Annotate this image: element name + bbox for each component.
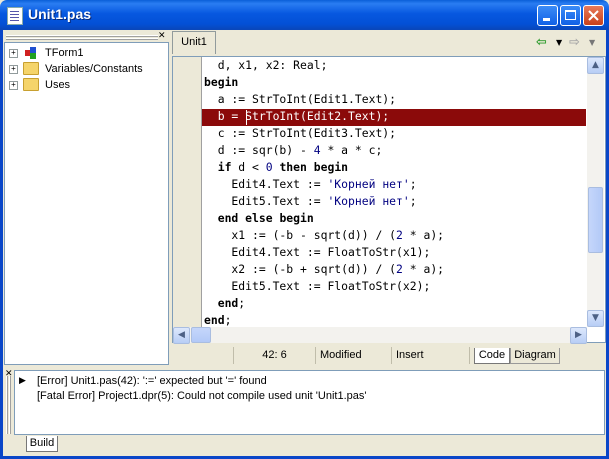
scroll-right-button[interactable]: ▶ xyxy=(570,327,587,344)
forward-dropdown-icon[interactable]: ▼ xyxy=(589,38,595,47)
code-line[interactable]: end else begin xyxy=(204,210,314,227)
scroll-left-button[interactable]: ◀ xyxy=(173,327,190,344)
vertical-scroll-thumb[interactable] xyxy=(588,187,603,253)
code-line[interactable]: Edit5.Text := FloatToStr(x2); xyxy=(204,278,430,295)
horizontal-scrollbar[interactable] xyxy=(173,327,587,343)
code-line[interactable]: if d < 0 then begin xyxy=(204,159,348,176)
tab-build[interactable]: Build xyxy=(26,436,58,452)
expand-icon[interactable]: + xyxy=(9,49,18,58)
minimize-button[interactable] xyxy=(537,5,558,26)
close-button[interactable] xyxy=(583,5,604,26)
code-line[interactable]: x1 := (-b - sqrt(d)) / (2 * a); xyxy=(204,227,444,244)
message-item-error[interactable]: [Error] Unit1.pas(42): ':=' expected but… xyxy=(37,374,267,389)
maximize-button[interactable] xyxy=(560,5,581,26)
form-component-icon xyxy=(25,47,36,59)
tab-code[interactable]: Code xyxy=(474,348,510,364)
minimize-icon xyxy=(543,18,550,21)
tree-panel-grip[interactable] xyxy=(4,33,164,41)
code-line[interactable]: a := StrToInt(Edit1.Text); xyxy=(204,91,396,108)
tree-panel-close-icon[interactable]: ✕ xyxy=(158,31,166,41)
cursor-position: 42: 6 xyxy=(234,347,316,364)
insert-mode-indicator: Insert xyxy=(392,347,470,364)
message-item-fatal-error[interactable]: [Fatal Error] Project1.dpr(5): Could not… xyxy=(37,389,366,404)
tree-item-label: Variables/Constants xyxy=(45,63,143,75)
code-line[interactable]: b = StrToInt(Edit2.Text); xyxy=(204,108,389,125)
title-bar[interactable] xyxy=(0,0,609,30)
editor-gutter[interactable] xyxy=(173,57,201,327)
scroll-up-button[interactable]: ▲ xyxy=(587,57,604,74)
code-line[interactable]: d, x1, x2: Real; xyxy=(204,57,328,74)
code-line[interactable]: Edit4.Text := 'Корней нет'; xyxy=(204,176,416,193)
expand-icon[interactable]: + xyxy=(9,81,18,90)
code-line[interactable]: end; xyxy=(204,295,245,312)
code-line[interactable]: Edit5.Text := 'Корней нет'; xyxy=(204,193,416,210)
status-cell-blank xyxy=(172,347,234,364)
tree-item-label: Uses xyxy=(45,79,71,91)
code-explorer-tree[interactable]: + TForm1 + Variables/Constants + Uses xyxy=(4,42,169,365)
current-message-arrow-icon: ▶ xyxy=(19,376,26,386)
forward-arrow-icon[interactable]: ⇨ xyxy=(569,35,580,50)
tree-item-label: TForm1 xyxy=(45,47,84,59)
gutter-divider xyxy=(201,57,202,327)
messages-close-icon[interactable]: ✕ xyxy=(5,369,13,379)
folder-icon xyxy=(23,78,39,91)
scroll-down-button[interactable]: ▼ xyxy=(587,310,604,327)
code-line[interactable]: Edit4.Text := FloatToStr(x1); xyxy=(204,244,430,261)
folder-icon xyxy=(23,62,39,75)
tab-diagram[interactable]: Diagram xyxy=(510,348,560,364)
code-line[interactable]: c := StrToInt(Edit3.Text); xyxy=(204,125,396,142)
code-line[interactable]: begin xyxy=(204,74,238,91)
horizontal-scroll-thumb[interactable] xyxy=(191,327,211,343)
text-caret xyxy=(246,110,247,125)
code-line[interactable]: d := sqr(b) - 4 * a * c; xyxy=(204,142,383,159)
tab-unit1[interactable]: Unit1 xyxy=(172,31,216,54)
window-title: Unit1.pas xyxy=(28,6,92,22)
maximize-icon xyxy=(565,10,576,20)
messages-panel-grip[interactable] xyxy=(4,372,12,438)
back-dropdown-icon[interactable]: ▼ xyxy=(556,38,562,47)
modified-indicator: Modified xyxy=(316,347,392,364)
expand-icon[interactable]: + xyxy=(9,65,18,74)
back-arrow-icon[interactable]: ⇦ xyxy=(536,35,547,50)
code-line[interactable]: x2 := (-b + sqrt(d)) / (2 * a); xyxy=(204,261,444,278)
close-icon xyxy=(588,10,599,21)
document-icon xyxy=(7,7,23,25)
